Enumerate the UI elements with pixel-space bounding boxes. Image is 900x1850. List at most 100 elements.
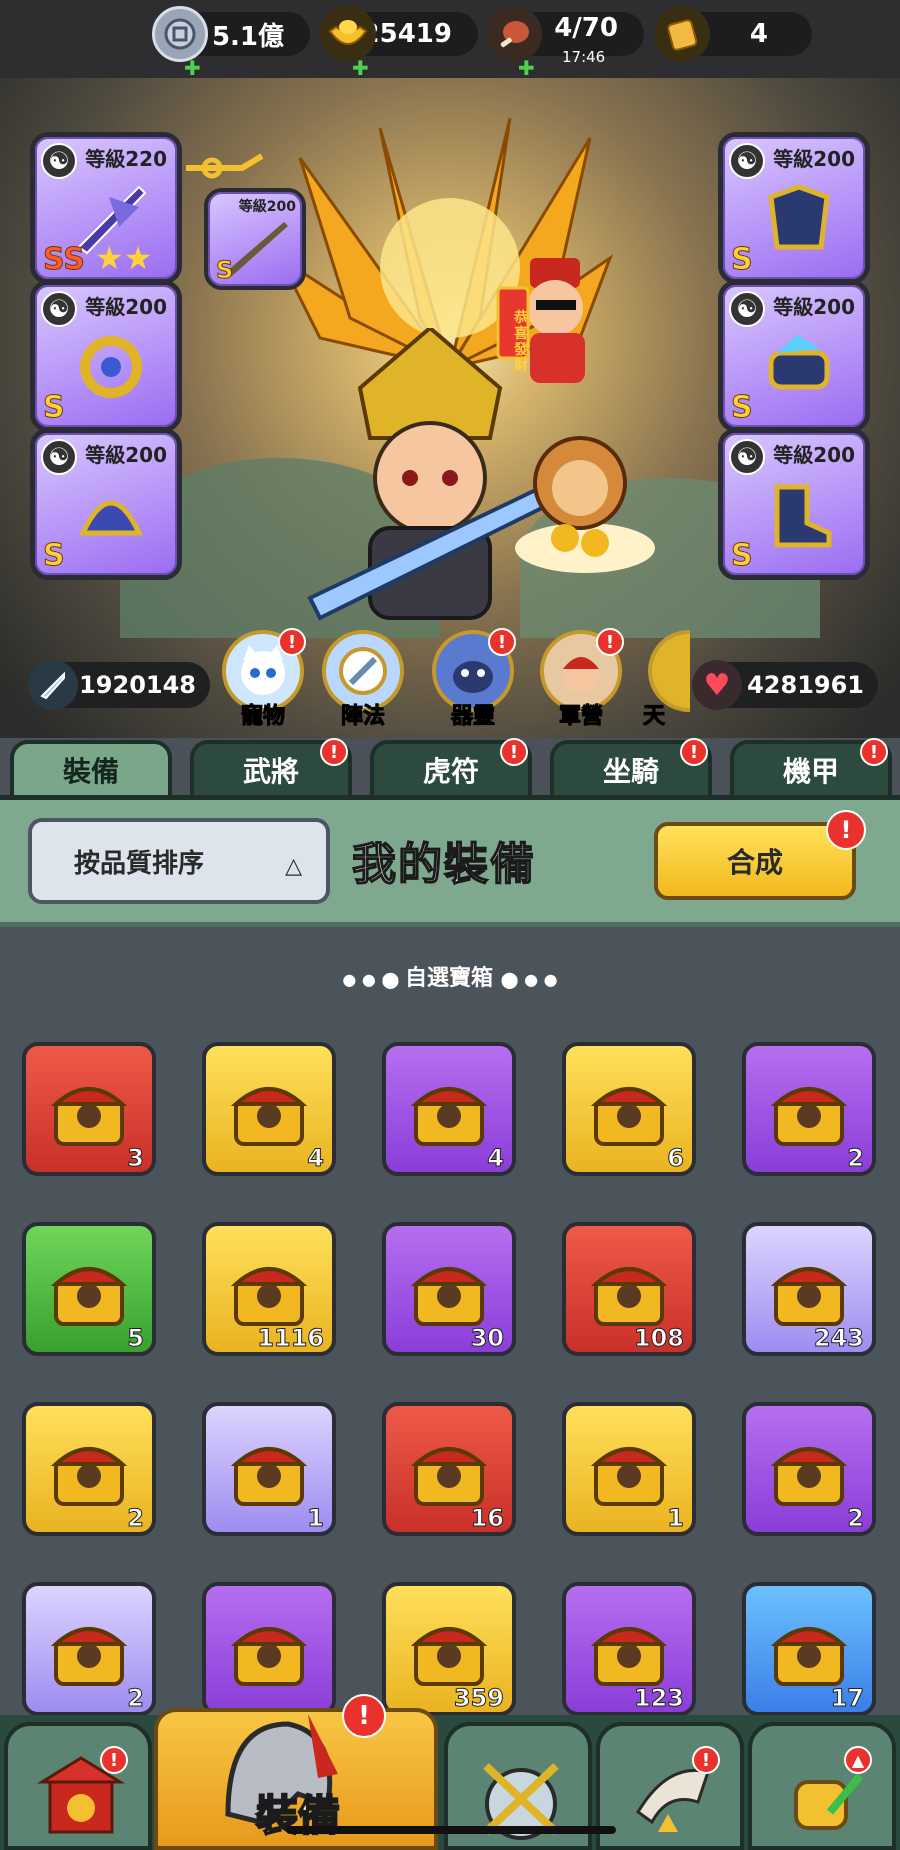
scroll-icon xyxy=(654,6,710,62)
mystery-hero-chest-icon xyxy=(588,1610,670,1692)
equipment-grade: S xyxy=(731,538,754,574)
equipment-slot-linked[interactable]: 等級200 S xyxy=(204,188,306,290)
section-header: ● ● ⬤ 自選寶箱 ⬤ ● ● xyxy=(0,960,900,992)
gold-ingot-icon xyxy=(320,6,376,62)
inventory-item[interactable]: 3 xyxy=(22,1042,156,1176)
inventory-item[interactable]: 2 xyxy=(742,1402,876,1536)
inventory-item[interactable]: 4 xyxy=(382,1042,516,1176)
item-count: 4 xyxy=(307,1144,325,1173)
resource-bar: ✚ 5.1億 ✚ 25419 ✚ 4/70 17:46 4 xyxy=(0,0,900,80)
stamina-timer: 17:46 xyxy=(562,48,606,66)
meat-icon xyxy=(486,6,542,62)
inventory-item[interactable]: 2 xyxy=(22,1582,156,1716)
ring-art xyxy=(80,336,142,398)
inventory-item[interactable]: 108 xyxy=(562,1222,696,1356)
add-stamina-icon[interactable]: ✚ xyxy=(518,56,535,80)
sword-icon xyxy=(28,660,78,710)
inventory-item[interactable] xyxy=(202,1582,336,1716)
equipment-level: 等級220 xyxy=(85,147,167,171)
alert-badge: ! xyxy=(100,1746,128,1774)
sort-dropdown[interactable]: 按品質排序 △ xyxy=(28,818,330,904)
tab-tiger-tally[interactable]: 虎符! xyxy=(370,738,532,800)
mystery-hero-chest-icon xyxy=(408,1610,490,1692)
item-count: 108 xyxy=(633,1324,684,1353)
inventory-item[interactable]: 1 xyxy=(202,1402,336,1536)
item-count: 6 xyxy=(667,1144,685,1173)
add-coins-icon[interactable]: ✚ xyxy=(184,56,201,80)
inventory-item[interactable]: 2 xyxy=(742,1042,876,1176)
tab-label: 坐騎 xyxy=(602,755,659,788)
equipment-slot-helmet[interactable]: ☯ 等級200 S xyxy=(30,428,182,580)
item-count: 1116 xyxy=(257,1324,325,1353)
lion-chest-icon xyxy=(768,1430,850,1512)
alert-badge: ! xyxy=(692,1746,720,1774)
hp-value: 4281961 xyxy=(747,671,864,699)
equipment-slot-ring[interactable]: ☯ 等級200 S xyxy=(30,280,182,432)
tab-mounts[interactable]: 坐騎! xyxy=(550,738,712,800)
yin-yang-icon: ☯ xyxy=(41,291,77,327)
equipment-level: 等級200 xyxy=(85,443,167,467)
tab-equipment[interactable]: 裝備 xyxy=(10,740,172,800)
equipment-slot-boots[interactable]: ☯ 等級200 S xyxy=(718,428,870,580)
yin-yang-icon: ☯ xyxy=(41,143,77,179)
mystery-hero-chest-icon xyxy=(768,1610,850,1692)
resource-gold[interactable]: ✚ 25419 xyxy=(320,6,478,80)
yin-yang-icon: ☯ xyxy=(729,439,765,475)
hero-portrait-chest-icon xyxy=(228,1430,310,1512)
nav-heroes-button[interactable]: ! xyxy=(596,1722,744,1850)
alert-badge: ! xyxy=(320,738,348,766)
inventory-item[interactable]: 1 xyxy=(562,1402,696,1536)
item-count: 2 xyxy=(127,1684,145,1713)
combine-button[interactable]: 合成 ! xyxy=(654,810,866,900)
equipment-slot-weapon[interactable]: ☯ 等級220 SS ★★ xyxy=(30,132,182,284)
inventory-item[interactable]: 2 xyxy=(22,1402,156,1536)
formation-menu-label: 陣法 xyxy=(340,704,385,730)
resource-coins[interactable]: ✚ 5.1億 xyxy=(152,6,310,80)
pet-lion[interactable] xyxy=(510,408,660,578)
equipment-slot-armor[interactable]: ☯ 等級200 S xyxy=(718,132,870,284)
inventory-item[interactable]: 5 xyxy=(22,1222,156,1356)
armor-art xyxy=(768,184,830,250)
helmet-art xyxy=(79,500,143,536)
spirit-menu-label: 器靈 xyxy=(450,704,495,730)
coin-icon xyxy=(152,6,208,62)
mystery-hero-chest-icon xyxy=(408,1250,490,1332)
tab-mecha[interactable]: 機甲! xyxy=(730,738,892,800)
item-count: 243 xyxy=(813,1324,864,1353)
alert-badge: ! xyxy=(596,628,624,656)
add-gold-icon[interactable]: ✚ xyxy=(352,56,369,80)
nav-shop-button[interactable]: ! xyxy=(4,1722,152,1850)
inventory-item[interactable]: 16 xyxy=(382,1402,516,1536)
pet-menu-label: 寵物 xyxy=(240,704,285,730)
barracks-menu-label: 軍營 xyxy=(558,704,603,730)
treasure-chest-icon xyxy=(408,1070,490,1152)
yin-yang-icon: ☯ xyxy=(729,291,765,327)
equipment-slot-gauntlet[interactable]: ☯ 等級200 S xyxy=(718,280,870,432)
resource-scroll[interactable]: 4 xyxy=(654,6,812,62)
alert-badge: ! xyxy=(500,738,528,766)
tab-generals[interactable]: 武將! xyxy=(190,738,352,800)
shield-icon xyxy=(339,647,387,695)
lucky-bag-icon xyxy=(588,1430,670,1512)
inventory-item[interactable]: 1116 xyxy=(202,1222,336,1356)
inventory-item[interactable]: 17 xyxy=(742,1582,876,1716)
nav-upgrade-button[interactable]: ▲ xyxy=(748,1722,896,1850)
inventory-item[interactable]: 243 xyxy=(742,1222,876,1356)
home-indicator xyxy=(286,1826,616,1834)
equipment-level: 等級200 xyxy=(773,295,855,319)
equipment-grade: S xyxy=(215,256,234,285)
hero-shard-icon xyxy=(588,1250,670,1332)
inventory-item[interactable]: 4 xyxy=(202,1042,336,1176)
inventory-item[interactable]: 359 xyxy=(382,1582,516,1716)
item-count: 2 xyxy=(847,1504,865,1533)
hero-portrait-chest-icon xyxy=(48,1430,130,1512)
inventory-item[interactable]: 6 xyxy=(562,1042,696,1176)
scroll-value: 4 xyxy=(749,19,768,49)
inventory-item[interactable]: 30 xyxy=(382,1222,516,1356)
inventory-item[interactable]: 123 xyxy=(562,1582,696,1716)
resource-stamina[interactable]: ✚ 4/70 17:46 xyxy=(486,6,644,80)
hero-shard-icon xyxy=(768,1250,850,1332)
equipment-level: 等級200 xyxy=(85,295,167,319)
egg-icon xyxy=(48,1610,130,1692)
item-count: 1 xyxy=(307,1504,325,1533)
